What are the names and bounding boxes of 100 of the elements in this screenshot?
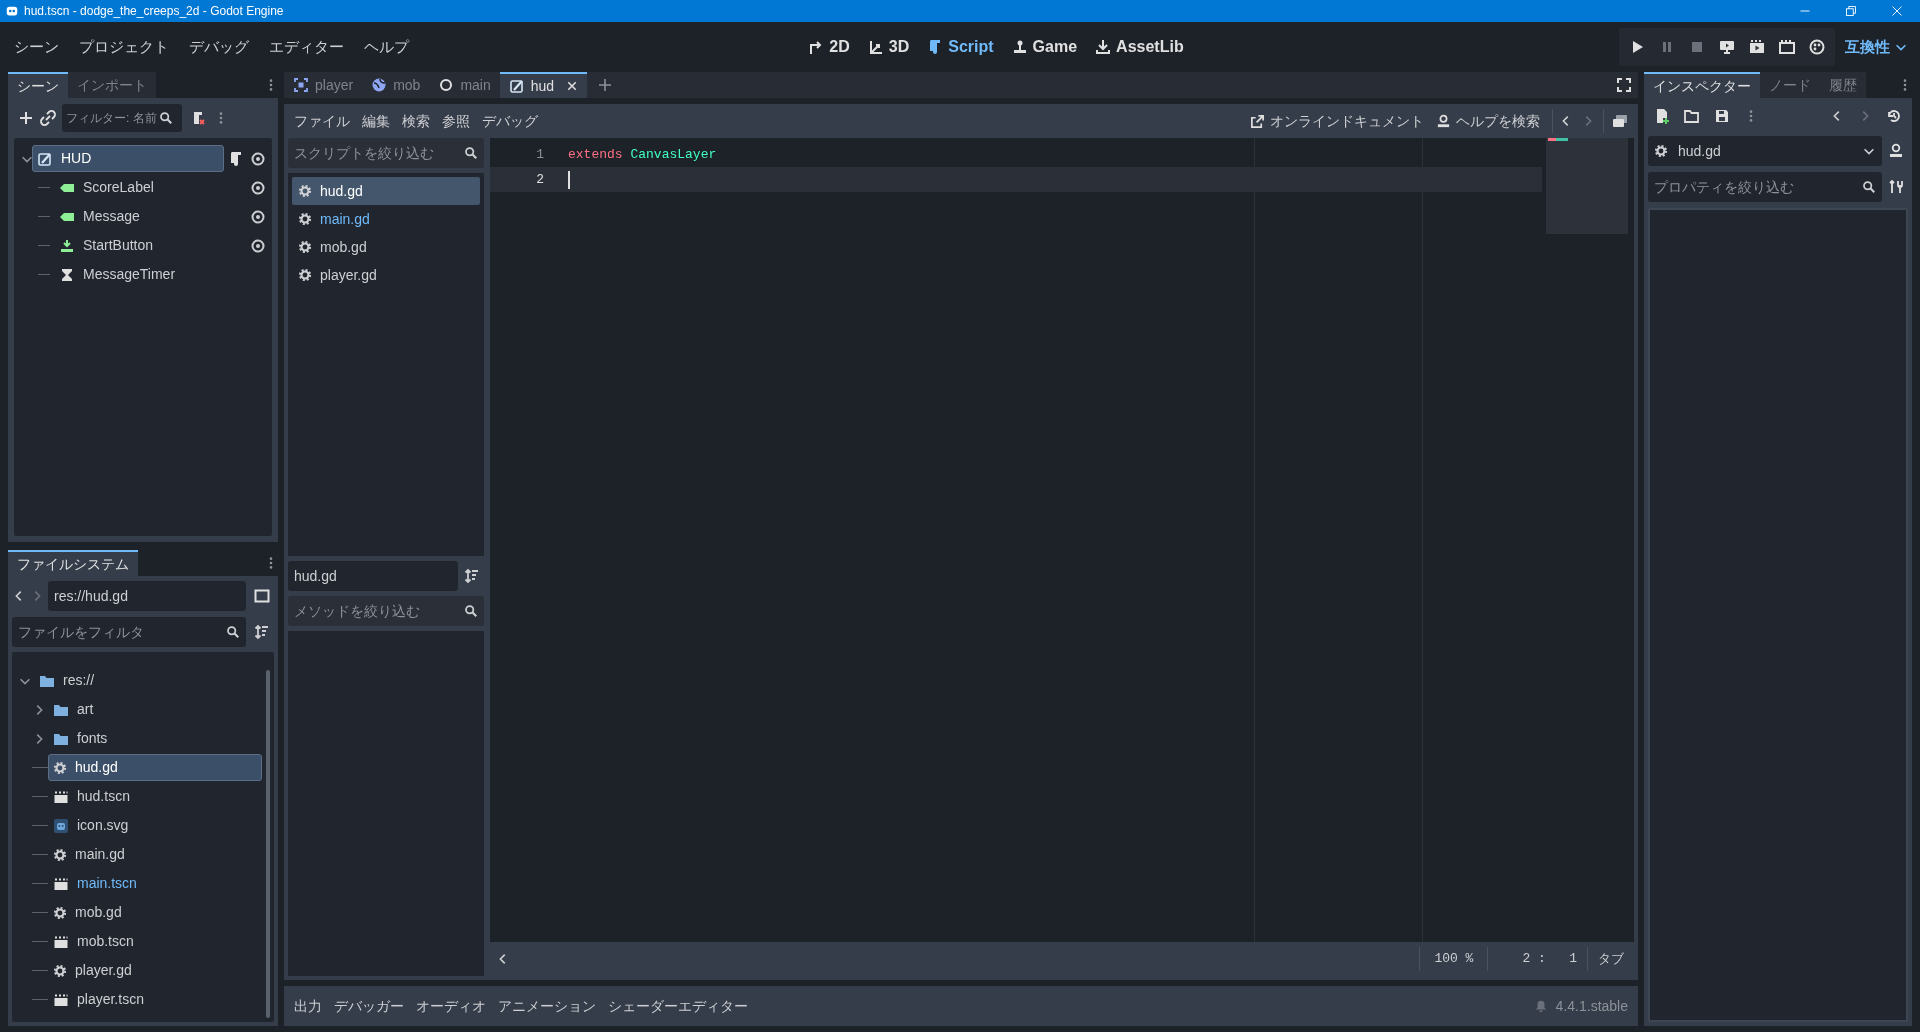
menu-item[interactable]: シーン [6,31,67,63]
filter-field[interactable]: ファイルをフィルタ [12,617,246,647]
workspace-tab[interactable]: 2D [808,35,850,59]
play-scene-icon[interactable] [1749,39,1765,55]
file-item[interactable]: hud.tscn [48,783,262,810]
menu-item[interactable]: プロジェクト [71,31,177,63]
file-item[interactable]: icon.svg [48,812,262,839]
folder-open-icon[interactable] [1684,108,1700,124]
tools-icon[interactable] [1888,179,1904,195]
file-item[interactable]: fonts [48,725,262,752]
dock-tab[interactable]: 履歴 [1820,72,1866,98]
filter-field[interactable]: プロパティを絞り込む [1648,172,1882,202]
file-item[interactable]: res:// [34,667,262,694]
add-tab-icon[interactable] [597,77,614,93]
renderer-dropdown[interactable]: 互換性 [1845,35,1914,59]
gear-icon [298,212,312,226]
tree-item[interactable]: StartButton [54,232,224,259]
scrollbar[interactable] [266,670,270,1018]
file-item[interactable]: mob.gd [48,899,262,926]
sort-icon[interactable] [254,624,270,640]
workspace-tab[interactable]: 3D [867,35,910,59]
file-item[interactable]: main.gd [48,841,262,868]
filter-field[interactable]: メソッドを絞り込む [288,596,484,626]
close-icon[interactable] [1891,5,1903,17]
dock-tab[interactable]: ノード [1760,72,1820,98]
split-view-icon[interactable] [254,588,270,604]
window-title: hud.tscn - dodge_the_creeps_2d - Godot Engine [24,3,284,20]
download-icon [1095,39,1112,55]
bottom-tab[interactable]: 出力 [288,995,328,1017]
search-help-button[interactable]: ヘルプを検索 [1430,110,1546,132]
edit-node-icon [508,78,525,94]
indent-mode[interactable]: タブ [1588,949,1634,969]
eye-icon[interactable] [250,208,266,225]
scene-tab[interactable]: mob [362,72,430,98]
scene-tab[interactable]: player [284,72,363,98]
search-icon [158,111,173,125]
dock-tab[interactable]: インスペクター [1644,72,1760,98]
eye-icon[interactable] [250,150,266,167]
gear-icon [53,847,67,862]
dock-tab[interactable]: インポート [68,72,156,98]
object-dropdown[interactable]: hud.gd [1648,136,1882,166]
search-icon [1862,180,1876,194]
code-editor[interactable]: 1 extends CanvasLayer 2 [490,138,1634,942]
tree-item[interactable]: ScoreLabel [54,174,224,201]
text-caret [568,170,570,189]
script-item[interactable]: hud.gd [292,177,480,205]
tree-item[interactable]: MessageTimer [54,261,224,288]
bottom-tab[interactable]: アニメーション [492,995,602,1017]
file-item[interactable]: hud.gd [48,754,262,781]
gear-icon [298,268,312,282]
filter-field[interactable]: フィルター: 名前 [62,104,182,132]
filter-field[interactable]: スクリプトを絞り込む [288,138,484,168]
close-icon[interactable] [566,80,579,92]
save-icon[interactable] [1714,108,1730,124]
dock-tab[interactable]: シーン [8,72,68,98]
script-item[interactable]: main.gd [292,205,480,233]
file-item[interactable]: player.gd [48,957,262,984]
online-docs-link[interactable]: オンラインドキュメント [1244,110,1430,132]
restore-icon[interactable] [1845,5,1857,17]
script-icon[interactable] [228,150,244,167]
menu-item[interactable]: 編集 [356,110,396,132]
history-icon[interactable] [1886,108,1902,124]
menu-item[interactable]: エディター [261,31,352,63]
menu-item[interactable]: デバッグ [181,31,257,63]
arrows-icon [867,39,884,55]
menu-item[interactable]: デバッグ [476,110,544,132]
script-item[interactable]: player.gd [292,261,480,289]
file-item[interactable]: art [48,696,262,723]
menu-item[interactable]: ファイル [288,110,356,132]
file-item[interactable]: mob.tscn [48,928,262,955]
scene-tab[interactable]: main [429,72,500,98]
link-icon[interactable] [40,110,56,126]
workspace-tab[interactable]: Game [1011,35,1078,59]
menu-item[interactable]: ヘルプ [356,31,417,63]
tree-item[interactable]: HUD [32,145,224,172]
workspace-tab[interactable]: AssetLib [1095,35,1184,59]
sort-icon[interactable] [464,568,480,584]
windows-icon[interactable] [1612,113,1628,129]
zoom-level[interactable]: 100 % [1420,949,1488,969]
current-script-field[interactable]: hud.gd [288,561,458,591]
script-item[interactable]: mob.gd [292,233,480,261]
menu-item[interactable]: 検索 [396,110,436,132]
fullscreen-icon[interactable] [1616,77,1632,93]
scene-tab[interactable]: hud [499,72,588,98]
cursor-position: 2 : 1 [1521,950,1578,969]
bottom-tab[interactable]: シェーダーエディター [602,995,754,1017]
file-item[interactable]: player.tscn [48,986,262,1013]
file-item[interactable]: main.tscn [48,870,262,897]
new-file-icon[interactable] [1654,108,1670,124]
eye-icon[interactable] [250,179,266,196]
tree-item[interactable]: Message [54,203,224,230]
dock-tab[interactable]: ファイルシステム [8,550,138,576]
remote-icon[interactable] [1719,39,1735,55]
eye-icon[interactable] [250,237,266,254]
workspace-tab[interactable]: Script [927,35,994,59]
path-field[interactable]: res://hud.gd [48,581,246,611]
add-icon[interactable] [18,110,34,126]
menu-item[interactable]: 参照 [436,110,476,132]
bottom-tab[interactable]: オーディオ [410,995,492,1017]
bottom-tab[interactable]: デバッガー [328,995,410,1017]
